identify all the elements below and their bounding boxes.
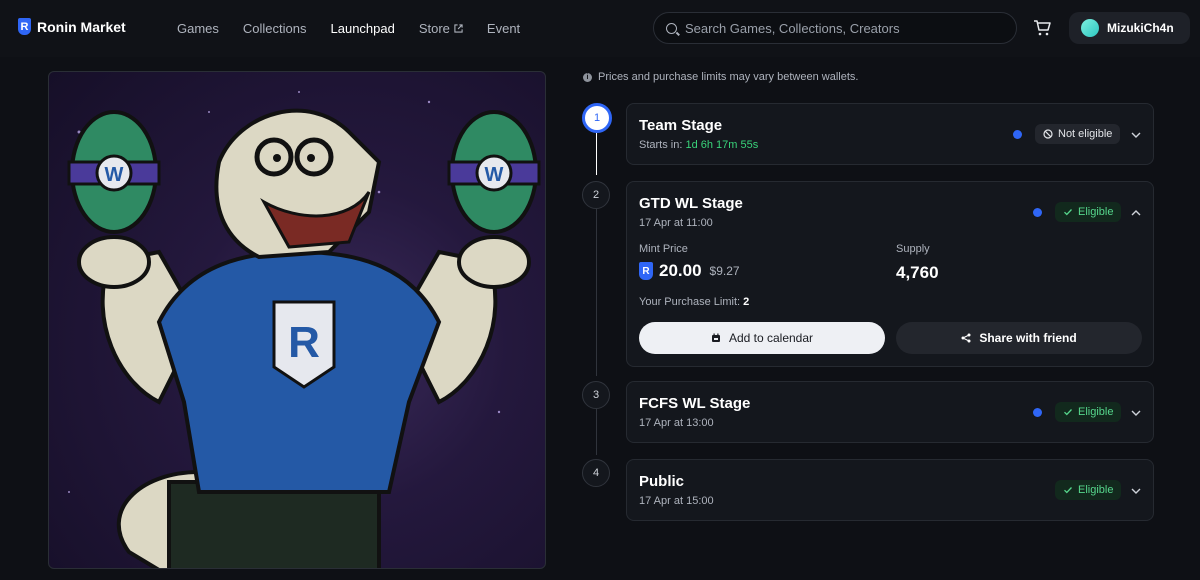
stage-title: FCFS WL Stage [639, 395, 751, 412]
nav-games[interactable]: Games [177, 21, 219, 36]
eligibility-badge: Eligible [1055, 480, 1122, 500]
purchase-limit-label: Your Purchase Limit: [639, 296, 741, 308]
share-icon [961, 333, 971, 343]
info-icon: i [583, 72, 592, 82]
nav-store[interactable]: Store [419, 21, 463, 36]
stage-title: GTD WL Stage [639, 195, 743, 212]
stage-card-gtd-wl: GTD WL Stage 17 Apr at 11:00 Eligible Mi… [626, 181, 1154, 367]
search-input[interactable] [685, 20, 1005, 36]
chevron-down-icon[interactable] [1130, 485, 1142, 497]
eligibility-badge: Eligible [1055, 402, 1122, 422]
countdown-timer: 1d 6h 17m 55s [685, 139, 759, 151]
top-navbar: R Ronin Market Games Collections Launchp… [0, 0, 1200, 57]
stage-time: 17 Apr at 11:00 [639, 217, 713, 229]
disclaimer-text: Prices and purchase limits may vary betw… [598, 71, 859, 83]
check-icon [1064, 209, 1072, 216]
eligibility-text: Eligible [1078, 484, 1114, 496]
mint-price-value: 20.00 [659, 261, 702, 280]
avatar [1081, 19, 1099, 37]
not-eligible-icon [1043, 129, 1053, 139]
stage-title: Team Stage [639, 117, 723, 134]
search-icon [666, 22, 677, 34]
ronin-logo-icon: R [18, 18, 31, 35]
status-dot [1013, 130, 1022, 139]
calendar-icon [711, 333, 720, 342]
nav-launchpad[interactable]: Launchpad [331, 21, 395, 36]
stage-countdown-row: Starts in: 1d 6h 17m 55s [639, 139, 758, 151]
egg-logo-left: W [105, 164, 124, 186]
stage-time: 17 Apr at 15:00 [639, 495, 714, 507]
eligibility-badge: Eligible [1055, 202, 1122, 222]
mint-price-label: Mint Price [639, 243, 688, 255]
timeline-rail [596, 133, 597, 175]
share-with-friend-button[interactable]: Share with friend [896, 322, 1142, 354]
timeline-rail [596, 209, 597, 376]
nav-store-label: Store [418, 21, 450, 36]
chevron-down-icon[interactable] [1130, 129, 1142, 141]
username: MizukiCh4n [1107, 21, 1174, 35]
search-bar [653, 12, 1017, 44]
eligibility-text: Eligible [1078, 206, 1114, 218]
status-dot [1033, 408, 1042, 417]
purchase-limit-value: 2 [743, 296, 750, 308]
nav-collections[interactable]: Collections [243, 21, 307, 36]
check-icon [1064, 487, 1072, 494]
starts-in-label: Starts in: [639, 139, 683, 151]
step-2-indicator: 2 [582, 181, 610, 209]
chevron-down-icon[interactable] [1130, 407, 1142, 419]
nav-event[interactable]: Event [487, 21, 520, 36]
price-disclaimer: i Prices and purchase limits may vary be… [583, 71, 858, 83]
egg-logo-right: W [485, 164, 504, 186]
collection-artwork: R W W [48, 71, 546, 569]
status-dot [1033, 208, 1042, 217]
purchase-limit: Your Purchase Limit: 2 [639, 296, 749, 308]
timeline-rail [596, 409, 597, 455]
check-icon [1064, 409, 1072, 416]
mint-price-row: R 20.00 $9.27 [639, 261, 740, 281]
stage-card-fcfs-wl[interactable]: FCFS WL Stage 17 Apr at 13:00 Eligible [626, 381, 1154, 443]
artwork-illustration: R W W [67, 91, 541, 568]
step-1-indicator: 1 [582, 103, 612, 133]
user-menu-button[interactable]: MizukiCh4n [1069, 12, 1190, 44]
brand-name: Ronin Market [37, 18, 126, 35]
supply-value: 4,760 [896, 263, 939, 282]
add-to-calendar-label: Add to calendar [728, 331, 814, 345]
eligibility-badge: Not eligible [1035, 124, 1121, 144]
supply-label: Supply [896, 243, 930, 255]
stage-title: Public [639, 473, 685, 490]
cart-icon[interactable] [1032, 18, 1052, 38]
chevron-up-icon[interactable] [1130, 207, 1142, 219]
main-nav: Games Collections Launchpad Store Event [177, 0, 520, 57]
stage-card-public[interactable]: Public 17 Apr at 15:00 Eligible [626, 459, 1154, 521]
stage-time: 17 Apr at 13:00 [639, 417, 714, 429]
share-with-friend-label: Share with friend [979, 331, 1077, 345]
step-4-indicator: 4 [582, 459, 610, 487]
shirt-logo: R [288, 318, 320, 367]
brand-logo[interactable]: R Ronin Market [18, 18, 126, 35]
mint-price-usd: $9.27 [709, 264, 740, 278]
step-3-indicator: 3 [582, 381, 610, 409]
stage-card-team[interactable]: Team Stage Starts in: 1d 6h 17m 55s Not … [626, 103, 1154, 165]
add-to-calendar-button[interactable]: Add to calendar [639, 322, 885, 354]
eligibility-text: Not eligible [1058, 128, 1113, 140]
ron-token-icon: R [639, 262, 653, 280]
eligibility-text: Eligible [1078, 406, 1114, 418]
external-link-icon [454, 24, 463, 33]
